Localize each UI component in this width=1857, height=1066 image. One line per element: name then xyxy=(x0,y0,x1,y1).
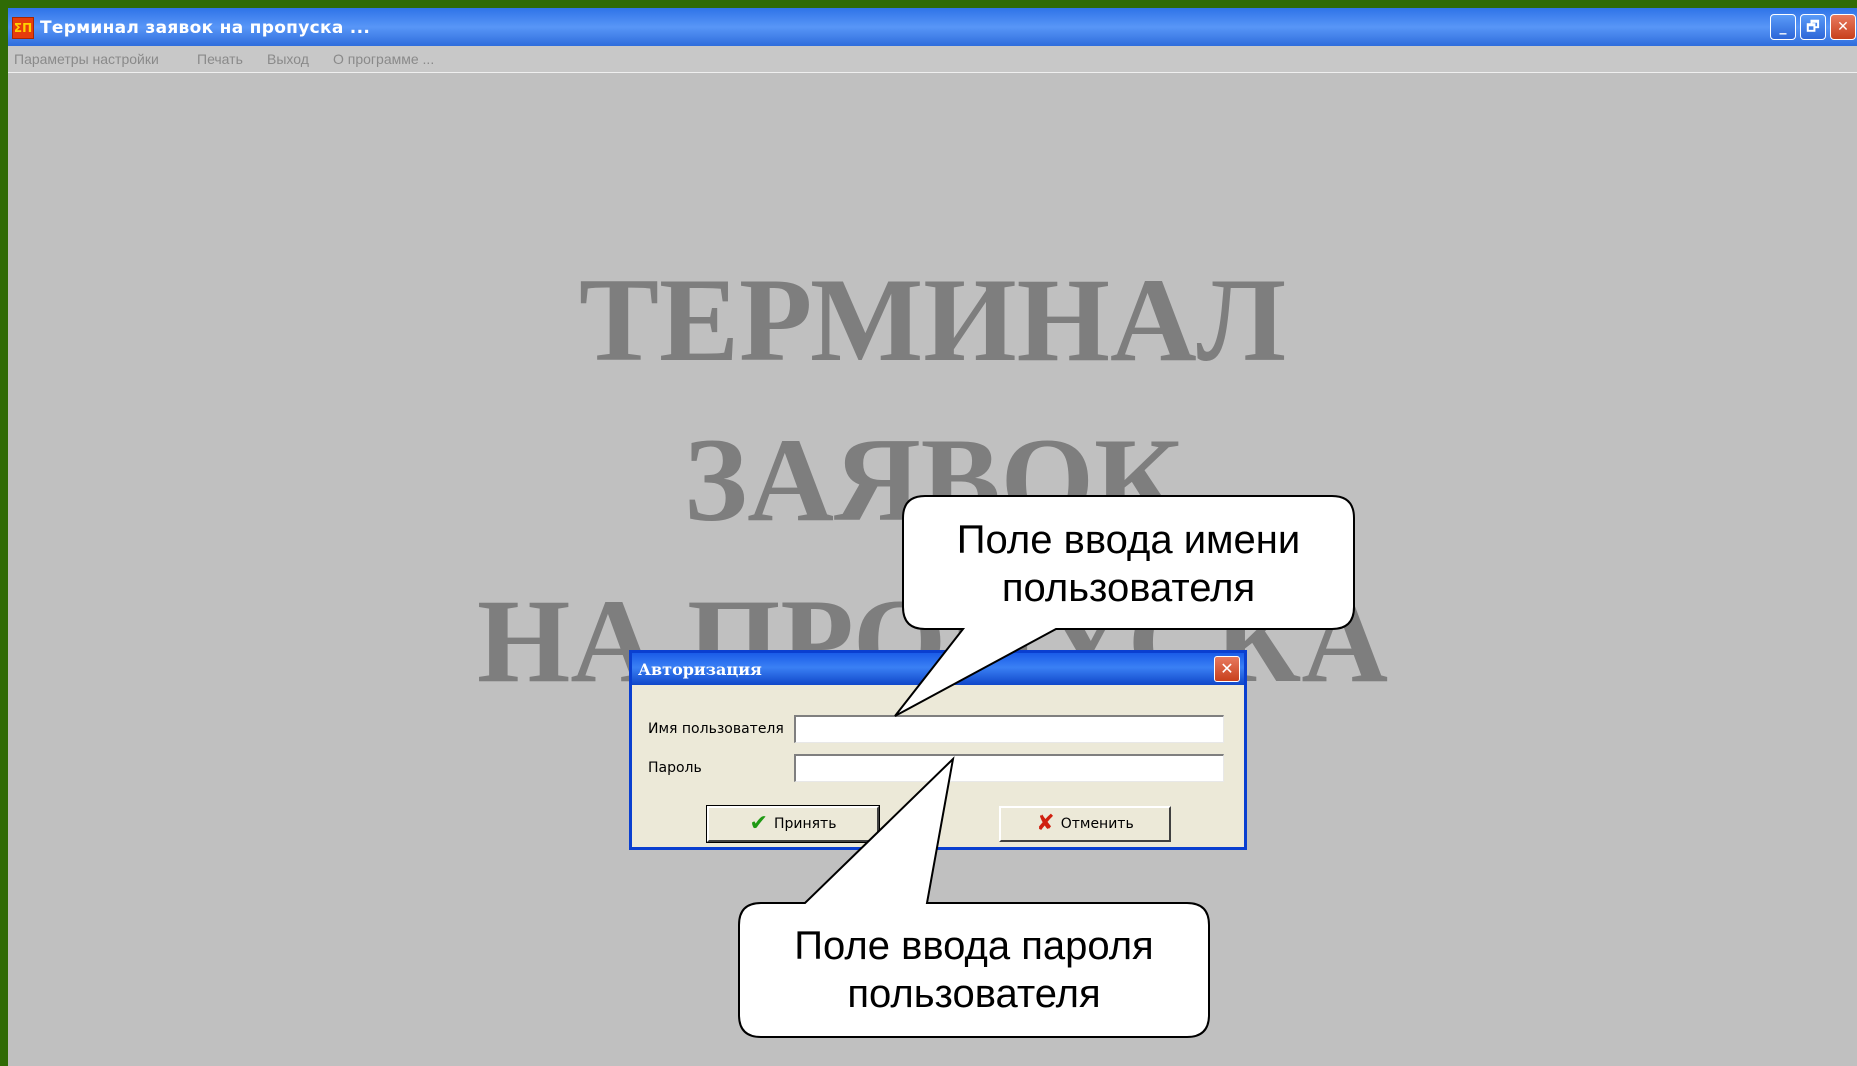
password-callout-text: Поле ввода пароля пользователя xyxy=(739,922,1209,1018)
username-callout-line-2: пользователя xyxy=(1001,566,1256,610)
main-window: ΣΠ Терминал заявок на пропуска ... _ 🗗 ✕… xyxy=(8,8,1857,1066)
username-callout-text: Поле ввода имени пользователя xyxy=(903,516,1354,612)
password-callout-line-2: пользователя xyxy=(847,972,1101,1016)
username-callout-line-1: Поле ввода имени xyxy=(956,518,1301,562)
password-callout-line-1: Поле ввода пароля xyxy=(794,924,1154,968)
